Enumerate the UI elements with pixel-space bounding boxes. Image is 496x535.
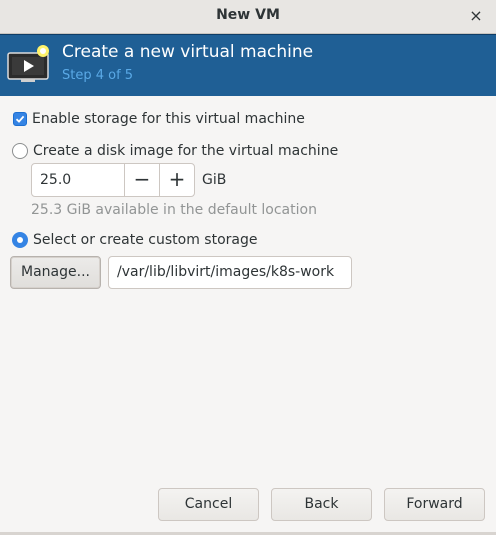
disk-image-row[interactable]: Create a disk image for the virtual mach… [12,143,338,159]
disk-size-input[interactable]: 25.0 [32,164,124,196]
custom-storage-radio[interactable] [12,232,28,248]
window-titlebar: New VM × [0,0,496,34]
wizard-banner: Create a new virtual machine Step 4 of 5 [0,34,496,96]
back-button[interactable]: Back [271,488,372,521]
close-icon[interactable]: × [468,7,484,25]
enable-storage-checkbox[interactable] [13,112,27,126]
disk-image-radio[interactable] [12,143,28,159]
forward-button[interactable]: Forward [384,488,485,521]
storage-path-input[interactable]: /var/lib/libvirt/images/k8s-work [108,256,352,289]
custom-storage-label: Select or create custom storage [33,232,258,248]
cancel-button[interactable]: Cancel [158,488,259,521]
window-title: New VM [216,7,280,23]
manage-button[interactable]: Manage... [10,256,101,289]
size-unit-label: GiB [202,172,227,188]
custom-storage-row[interactable]: Select or create custom storage [12,232,258,248]
disk-image-label: Create a disk image for the virtual mach… [33,143,339,159]
step-indicator: Step 4 of 5 [62,68,134,83]
enable-storage-label: Enable storage for this virtual machine [32,111,305,127]
enable-storage-row[interactable]: Enable storage for this virtual machine [13,111,305,127]
vm-monitor-icon [7,45,49,82]
decrement-button[interactable]: − [124,164,159,196]
banner-heading: Create a new virtual machine [62,42,314,62]
increment-button[interactable]: + [159,164,194,196]
available-space-hint: 25.3 GiB available in the default locati… [31,202,317,218]
checkmark-icon [15,115,25,123]
disk-size-spinner[interactable]: 25.0 − + [31,163,195,197]
